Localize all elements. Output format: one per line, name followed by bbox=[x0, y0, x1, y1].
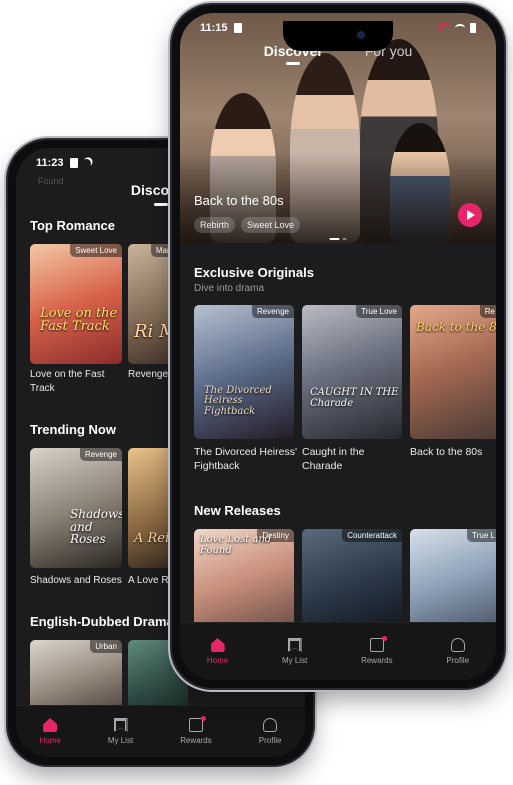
bottom-tab-bar: Home My List Rewards Profile bbox=[180, 622, 496, 680]
cover-title: Back to the 8 bbox=[416, 320, 496, 334]
card-caption: Love on the Fast Track bbox=[30, 369, 105, 394]
cover-title: The Divorced Heiress Fightback bbox=[204, 384, 272, 417]
hero-tag[interactable]: Sweet Love bbox=[241, 217, 301, 233]
section-title-trending: Trending Now bbox=[30, 422, 116, 437]
notch bbox=[283, 21, 393, 51]
hero-title: Back to the 80s bbox=[194, 193, 284, 208]
tab-home[interactable]: Home bbox=[207, 638, 228, 665]
cover-title: Shadows and Roses bbox=[70, 507, 122, 547]
tab-rewards[interactable]: Rewards bbox=[361, 636, 393, 665]
tab-rewards[interactable]: Rewards bbox=[180, 716, 212, 745]
card-caption: The Divorced Heiress' Fightback bbox=[194, 446, 297, 473]
drama-card[interactable]: Sweet Love Love on the Fast Track bbox=[30, 244, 122, 364]
hero-tag[interactable]: Rebirth bbox=[194, 217, 236, 233]
genre-badge: Re bbox=[479, 305, 496, 318]
tab-indicator bbox=[153, 203, 168, 206]
drama-card[interactable]: Counterattack bbox=[302, 529, 402, 629]
hero-tags: Rebirth Sweet Love bbox=[194, 217, 301, 233]
section-title-exclusive: Exclusive Originals bbox=[194, 265, 314, 280]
front-phone-screen: Back to the 80s Rebirth Sweet Love 11:15 bbox=[180, 13, 496, 680]
card-caption: Caught in the Charade bbox=[302, 446, 365, 473]
bookmark-icon bbox=[113, 718, 128, 732]
carousel-dot bbox=[342, 238, 347, 240]
genre-badge: True L bbox=[467, 529, 496, 542]
notification-dot bbox=[381, 636, 387, 641]
cast-icon bbox=[440, 24, 450, 32]
tab-label: Home bbox=[39, 736, 61, 745]
drama-card[interactable]: True L bbox=[410, 529, 496, 629]
notification-dot bbox=[200, 716, 206, 721]
tab-label: My List bbox=[107, 736, 134, 745]
home-icon bbox=[43, 718, 58, 732]
bookmark-icon bbox=[287, 638, 302, 652]
play-button[interactable] bbox=[458, 203, 482, 227]
section-subtitle: Dive into drama bbox=[194, 283, 265, 294]
genre-badge: True Love bbox=[356, 305, 402, 318]
tab-label: Profile bbox=[446, 656, 470, 665]
cover-title: Love on the Fast Track bbox=[40, 305, 118, 335]
cover-title: Love Lost and Found bbox=[200, 534, 272, 556]
section-title-new-releases: New Releases bbox=[194, 503, 281, 518]
drama-card[interactable]: Urban bbox=[30, 640, 122, 714]
card-caption: Shadows and Roses bbox=[30, 575, 122, 586]
tab-label: Home bbox=[206, 656, 229, 665]
notification-icon bbox=[233, 23, 242, 33]
genre-badge: Sweet Love bbox=[70, 244, 122, 257]
drama-card[interactable]: Revenge The Divorced Heiress Fightback bbox=[194, 305, 294, 439]
tab-label: Rewards bbox=[180, 736, 212, 745]
tab-home[interactable]: Home bbox=[40, 718, 61, 745]
gift-icon bbox=[369, 636, 387, 652]
front-phone: Back to the 80s Rebirth Sweet Love 11:15 bbox=[172, 5, 504, 688]
tab-label: My List bbox=[281, 656, 308, 665]
cover-title: A Rei bbox=[134, 531, 170, 547]
cover-title: Ri M bbox=[134, 321, 178, 343]
genre-badge: Revenge bbox=[79, 448, 122, 461]
wifi-icon bbox=[455, 24, 465, 32]
section-title-top-romance: Top Romance bbox=[30, 218, 115, 233]
carousel-dots bbox=[329, 238, 347, 240]
drama-card[interactable]: Revenge Shadows and Roses bbox=[30, 448, 122, 568]
carousel-dot bbox=[329, 238, 340, 240]
tab-profile[interactable]: Profile bbox=[446, 638, 469, 665]
home-icon bbox=[210, 638, 225, 652]
moon-icon bbox=[80, 157, 92, 169]
tab-my-list[interactable]: My List bbox=[108, 718, 133, 745]
tab-profile[interactable]: Profile bbox=[258, 718, 282, 745]
drama-card[interactable]: Re Back to the 8 bbox=[410, 305, 496, 439]
cover-title: CAUGHT IN THE Charade bbox=[310, 387, 399, 409]
genre-badge: Counterattack bbox=[342, 529, 402, 542]
genre-badge: Urban bbox=[90, 640, 122, 653]
battery-icon bbox=[470, 23, 476, 33]
drama-card[interactable]: Destiny Love Lost and Found bbox=[194, 529, 294, 629]
tab-my-list[interactable]: My List bbox=[282, 638, 307, 665]
tab-label: Profile bbox=[258, 736, 282, 745]
status-time: 11:23 bbox=[36, 157, 64, 169]
card-caption: Back to the 80s bbox=[410, 446, 483, 458]
drama-card[interactable]: True Love CAUGHT IN THE Charade bbox=[302, 305, 402, 439]
notification-icon bbox=[69, 158, 78, 168]
bottom-tab-bar: Home My List Rewards Profile bbox=[16, 705, 305, 757]
genre-badge: Revenge bbox=[251, 305, 294, 318]
tab-label: Rewards bbox=[361, 656, 393, 665]
camera-icon bbox=[357, 31, 365, 39]
profile-icon bbox=[263, 718, 278, 732]
profile-icon bbox=[450, 638, 465, 652]
gift-icon bbox=[188, 716, 206, 732]
section-title-english-dubbed: English-Dubbed Drama bbox=[30, 614, 174, 629]
status-time: 11:15 bbox=[200, 22, 228, 34]
status-bar: 11:23 bbox=[16, 148, 305, 178]
